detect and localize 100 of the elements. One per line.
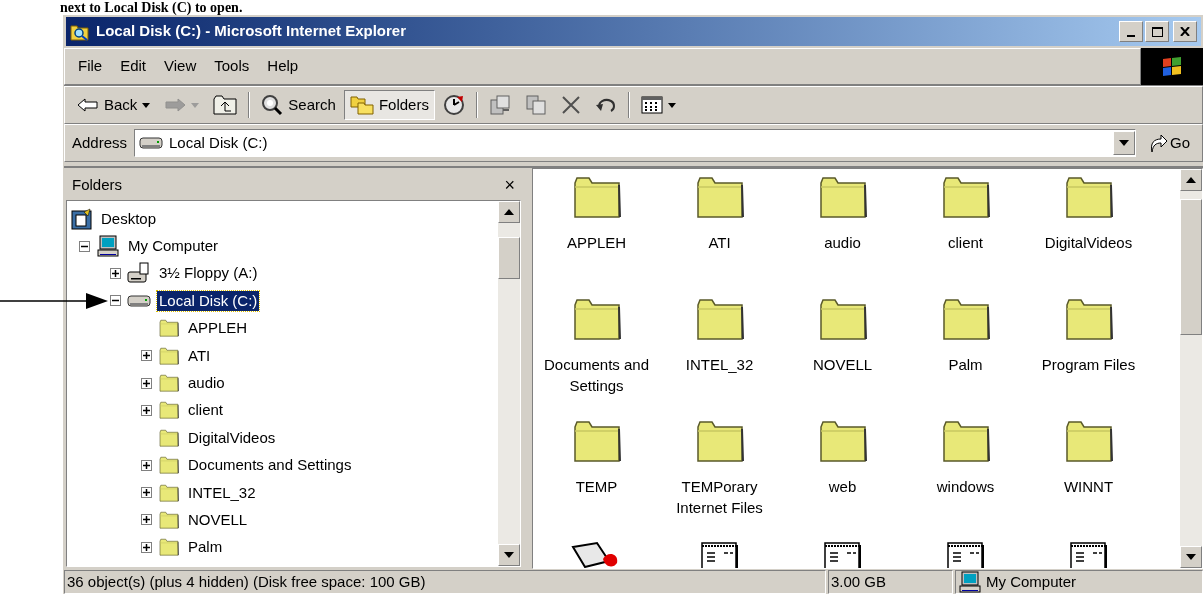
tree-item[interactable]: Local Disk (C:) [157, 290, 260, 311]
maximize-icon [1151, 26, 1163, 37]
file-label[interactable]: WINNT [1063, 476, 1114, 497]
move-to-icon [488, 94, 511, 116]
scroll-up-button[interactable] [498, 201, 520, 223]
folder-icon [572, 419, 621, 463]
up-arrow-icon [504, 209, 514, 215]
delete-icon [560, 95, 581, 115]
caret-icon [191, 102, 200, 108]
tree-item[interactable]: Palm [186, 537, 225, 558]
minimize-button[interactable] [1119, 21, 1143, 42]
folder-icon [695, 297, 744, 341]
maximize-button[interactable] [1145, 21, 1169, 42]
folder-icon [818, 297, 867, 341]
computer-icon [96, 235, 120, 258]
copy-to-icon [524, 94, 547, 116]
pane-close-button[interactable]: × [504, 176, 515, 194]
go-button[interactable]: Go [1140, 131, 1198, 155]
scrollbar[interactable] [1180, 169, 1202, 568]
window-title: Local Disk (C:) - Microsoft Internet Explorer [96, 21, 408, 42]
menu-item[interactable]: Edit [113, 55, 154, 78]
address-label: Address [71, 132, 129, 153]
collapse-icon[interactable] [110, 295, 121, 307]
expand-icon[interactable] [141, 404, 152, 416]
undo-icon [594, 96, 617, 114]
forward-arrow-icon [164, 98, 187, 112]
tree-item[interactable]: Desktop [99, 208, 159, 229]
tree-item[interactable]: 3½ Floppy (A:) [157, 263, 260, 284]
folder-icon [158, 511, 180, 529]
file-label[interactable]: Palm [948, 354, 983, 375]
folder-icon [158, 456, 180, 475]
caption-text: next to Local Disk (C) to open. [60, 0, 243, 15]
expand-icon[interactable] [141, 514, 152, 526]
tree-item[interactable]: NOVELL [186, 510, 250, 530]
collapse-icon[interactable] [79, 240, 90, 252]
address-dropdown-button[interactable] [1113, 131, 1135, 155]
tree-item[interactable]: APPLEH [186, 318, 250, 339]
expand-icon[interactable] [141, 350, 152, 362]
folder-icon [158, 538, 180, 557]
folder-icon [158, 428, 180, 447]
tree-item[interactable]: INTEL_32 [186, 482, 258, 503]
back-arrow-icon [77, 98, 99, 112]
scroll-up-button[interactable] [1180, 169, 1202, 191]
scrollbar[interactable] [498, 201, 520, 566]
tree-item[interactable]: ATI [186, 345, 213, 366]
folders-icon [349, 95, 374, 115]
folder-icon [1064, 419, 1113, 463]
file-label[interactable]: Program Files [1041, 354, 1136, 375]
folder-icon [572, 297, 621, 341]
caret-icon [667, 102, 676, 108]
file-label[interactable]: TEMP [575, 476, 618, 497]
file-label[interactable]: audio [824, 232, 861, 253]
folders-button[interactable]: Folders [343, 90, 435, 120]
folder-icon [818, 419, 867, 463]
file-label[interactable]: web [828, 476, 857, 497]
tree-item[interactable]: audio [186, 373, 227, 394]
file-label[interactable]: ATI [708, 232, 731, 253]
tree-item[interactable]: Documents and Settings [186, 455, 354, 476]
folders-pane-title: Folders [72, 174, 123, 195]
folder-icon [572, 175, 621, 219]
file-label[interactable]: INTEL_32 [685, 354, 754, 375]
file-label[interactable]: client [948, 232, 983, 253]
scroll-thumb[interactable] [1180, 199, 1202, 335]
address-field[interactable]: Local Disk (C:) [134, 129, 1136, 157]
file-label[interactable]: NOVELL [812, 354, 873, 375]
scroll-down-button[interactable] [1180, 546, 1202, 568]
file-label[interactable]: windows [936, 476, 995, 497]
down-arrow-icon [1119, 140, 1129, 146]
expand-icon[interactable] [141, 541, 152, 553]
file-label[interactable]: DigitalVideos [1044, 232, 1133, 253]
close-icon [1180, 27, 1190, 36]
menu-item[interactable]: Help [260, 55, 306, 78]
tree-item[interactable]: My Computer [126, 236, 221, 257]
search-button[interactable]: Search [255, 90, 342, 120]
close-button[interactable] [1173, 21, 1197, 42]
down-arrow-icon [504, 552, 514, 558]
file-label[interactable]: Documents and Settings [536, 354, 657, 396]
status-size: 3.00 GB [828, 570, 953, 594]
scroll-down-button[interactable] [498, 544, 520, 566]
tree-item[interactable]: DigitalVideos [186, 427, 278, 448]
down-arrow-icon [1186, 554, 1196, 560]
expand-icon[interactable] [141, 377, 152, 389]
menu-item[interactable]: File [71, 55, 110, 78]
views-icon [640, 95, 663, 115]
expand-icon[interactable] [110, 267, 121, 279]
file-label[interactable]: APPLEH [566, 232, 627, 253]
folder-icon [158, 374, 180, 393]
expand-icon[interactable] [141, 487, 152, 499]
folder-icon [158, 483, 180, 502]
minimize-icon [1127, 35, 1135, 37]
status-message: 36 object(s) (plus 4 hidden) (Disk free space: 100 GB) [64, 570, 826, 594]
menu-item[interactable]: View [157, 55, 204, 78]
back-button[interactable]: Back [71, 90, 157, 120]
tree-item[interactable]: client [186, 400, 226, 421]
folder-icon [1064, 297, 1113, 341]
menu-item[interactable]: Tools [207, 55, 257, 78]
hard-drive-icon [139, 136, 164, 150]
expand-icon[interactable] [141, 459, 152, 471]
file-label[interactable]: TEMPorary Internet Files [659, 476, 780, 518]
scroll-thumb[interactable] [498, 237, 520, 279]
